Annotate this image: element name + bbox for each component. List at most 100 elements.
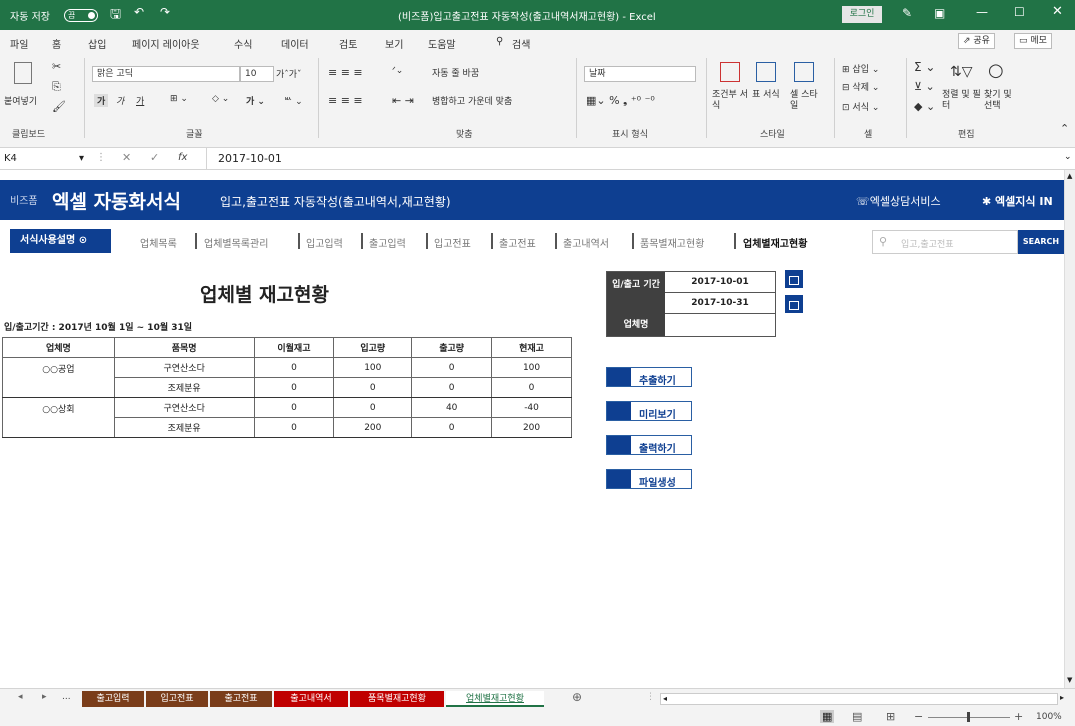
nav-item-company-list[interactable]: 업체목록 (140, 235, 177, 250)
nav-item-inbound-input[interactable]: 입고입력 (306, 235, 343, 250)
paste-icon[interactable] (14, 62, 32, 84)
align-left-icon[interactable]: ≡ ≡ ≡ (328, 94, 363, 107)
inbound-cell[interactable]: 200 (333, 417, 413, 438)
scroll-right-icon[interactable]: ▸ (1060, 693, 1064, 702)
outbound-cell[interactable]: 0 (411, 377, 493, 398)
percent-icon[interactable]: ▦⌄ % ❟ ⁺⁰ ⁻⁰ (586, 94, 655, 108)
scroll-down-icon[interactable]: ▼ (1067, 676, 1072, 684)
memo-button[interactable]: ▭ 메모 (1014, 33, 1052, 49)
current-stock-cell[interactable]: 200 (491, 417, 572, 438)
table-format-label[interactable]: 표 서식 (752, 90, 782, 101)
autosave-toggle[interactable]: 끔 (64, 9, 98, 22)
merge-center-button[interactable]: 병합하고 가운데 맞춤 (432, 94, 512, 107)
phonetic-icon[interactable]: ᄡ ⌄ (284, 94, 303, 107)
print-button[interactable]: 출력하기 (606, 435, 692, 455)
sort-filter-icon[interactable]: ⇅▽ (950, 64, 973, 80)
splitter-icon[interactable]: ⋮ (646, 692, 655, 702)
search-icon[interactable]: ⚲ (496, 36, 503, 47)
consult-service-link[interactable]: ☏엑셀상담서비스 (856, 193, 941, 209)
company-filter-field[interactable] (665, 314, 775, 336)
format-painter-icon[interactable]: 🖌 (52, 100, 66, 113)
close-icon[interactable]: ✕ (1052, 4, 1063, 19)
delete-cells-button[interactable]: ⊟ 삭제 ⌄ (842, 80, 879, 93)
item-cell[interactable]: 조제분유 (113, 377, 255, 398)
zoom-out-icon[interactable]: − (914, 710, 923, 723)
calendar-icon[interactable] (785, 295, 803, 313)
carryover-cell[interactable]: 0 (253, 417, 335, 438)
border-icon[interactable]: ⊞ ⌄ (170, 94, 188, 104)
menu-file[interactable]: 파일 (10, 36, 28, 51)
zoom-slider-handle[interactable] (967, 712, 970, 722)
normal-view-icon[interactable]: ▦ (820, 710, 835, 723)
menu-search[interactable]: 검색 (512, 36, 530, 51)
cancel-icon[interactable]: ✕ (122, 151, 131, 164)
enter-icon[interactable]: ✓ (150, 151, 159, 164)
vertical-scrollbar[interactable]: ▲ ▼ (1064, 170, 1075, 688)
pen-icon[interactable]: ✎ (902, 6, 912, 20)
page-break-view-icon[interactable]: ⊞ (886, 710, 895, 723)
collapse-ribbon-icon[interactable]: ⌃ (1060, 122, 1069, 135)
font-name-select[interactable]: 맑은 고딕 (92, 66, 240, 82)
current-stock-cell[interactable]: 100 (491, 357, 572, 378)
menu-data[interactable]: 데이터 (281, 36, 309, 51)
sheet-tab[interactable]: 출고전표 (210, 691, 272, 707)
sheet-tab[interactable]: 입고전표 (146, 691, 208, 707)
sheet-tab[interactable]: 품목별재고현황 (350, 691, 444, 707)
nav-item-company-stock[interactable]: 업체별재고현황 (743, 235, 807, 250)
undo-icon[interactable]: ↶ (134, 5, 144, 19)
search-button[interactable]: SEARCH (1018, 230, 1064, 254)
menu-review[interactable]: 검토 (339, 36, 357, 51)
nav-item-inbound-slip[interactable]: 입고전표 (434, 235, 471, 250)
sheet-tab[interactable]: 출고내역서 (274, 691, 348, 707)
current-stock-cell[interactable]: 0 (491, 377, 572, 398)
item-cell[interactable]: 조제분유 (113, 417, 255, 438)
autosum-icon[interactable]: Σ ⌄ (914, 60, 935, 74)
underline-button[interactable]: 가 (136, 94, 144, 107)
align-top-icon[interactable]: ≡ ≡ ≡ (328, 66, 363, 79)
format-cells-button[interactable]: ⊡ 서식 ⌄ (842, 100, 879, 113)
scroll-up-icon[interactable]: ▲ (1067, 172, 1072, 180)
outbound-cell[interactable]: 0 (411, 417, 493, 438)
save-icon[interactable]: 🖫 (110, 5, 121, 27)
nav-item-company-manage[interactable]: 업체별목록관리 (204, 235, 268, 250)
paste-label[interactable]: 붙여넣기 (4, 94, 37, 107)
inbound-cell[interactable]: 100 (333, 357, 413, 378)
formula-input[interactable]: 2017-10-01 (218, 152, 282, 165)
menu-formulas[interactable]: 수식 (234, 36, 252, 51)
carryover-cell[interactable]: 0 (253, 377, 335, 398)
font-grow-icon[interactable]: 가ˆ가ˇ (276, 67, 302, 80)
nav-item-outbound-statement[interactable]: 출고내역서 (563, 235, 609, 250)
extract-button[interactable]: 추출하기 (606, 367, 692, 387)
conditional-format-label[interactable]: 조건부 서식 (712, 90, 748, 112)
search-input[interactable]: ⚲ 입고,출고전표 (872, 230, 1018, 254)
conditional-format-icon[interactable] (720, 62, 740, 82)
italic-button[interactable]: 가 (116, 94, 124, 107)
insert-cells-button[interactable]: ⊞ 삽입 ⌄ (842, 62, 879, 75)
cell-style-label[interactable]: 셀 스타일 (790, 90, 820, 112)
wrap-text-button[interactable]: 자동 줄 바꿈 (432, 66, 479, 79)
fill-color-icon[interactable]: ◇ ⌄ (212, 94, 229, 104)
start-date-field[interactable]: 2017-10-01 (665, 272, 775, 293)
bold-button[interactable]: 가 (94, 94, 109, 107)
share-button[interactable]: ⇗ 공유 (958, 33, 995, 49)
carryover-cell[interactable]: 0 (253, 397, 335, 418)
indent-icon[interactable]: ⇤ ⇥ (392, 94, 414, 107)
minimize-icon[interactable]: — (976, 5, 988, 19)
fill-icon[interactable]: ⊻ ⌄ (914, 80, 935, 93)
font-size-select[interactable]: 10 (240, 66, 274, 82)
item-cell[interactable]: 구연산소다 (113, 397, 255, 418)
carryover-cell[interactable]: 0 (253, 357, 335, 378)
sheet-tab-active[interactable]: 업체별재고현황 (446, 691, 544, 707)
knowledge-link[interactable]: ✱ 엑셀지식 IN (982, 193, 1053, 209)
preview-button[interactable]: 미리보기 (606, 401, 692, 421)
ribbon-display-icon[interactable]: ▣ (934, 6, 945, 20)
sheet-tab[interactable]: 출고입력 (82, 691, 144, 707)
outbound-cell[interactable]: 40 (411, 397, 493, 418)
nav-item-outbound-slip[interactable]: 출고전표 (499, 235, 536, 250)
next-sheet-icon[interactable]: ▸ (42, 692, 47, 702)
name-box[interactable]: K4 ▾ (4, 151, 88, 167)
company-cell[interactable]: ○○상회 (2, 397, 115, 438)
find-select-label[interactable]: 찾기 및 선택 (984, 90, 1020, 112)
horizontal-scrollbar[interactable]: ◂ (660, 693, 1058, 705)
inbound-cell[interactable]: 0 (333, 377, 413, 398)
